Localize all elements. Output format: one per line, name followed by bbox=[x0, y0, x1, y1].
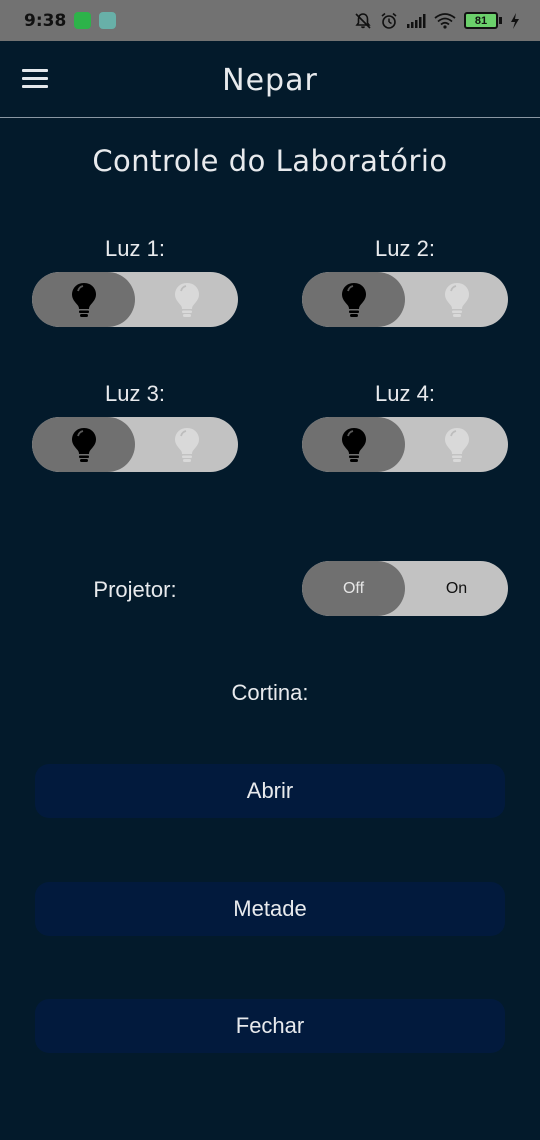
light-1-label: Luz 1: bbox=[105, 236, 165, 261]
curtain-close-button[interactable]: Fechar bbox=[35, 999, 505, 1053]
projector-label: Projetor: bbox=[93, 577, 177, 602]
light-1-on-option[interactable] bbox=[135, 272, 238, 327]
light-3-toggle[interactable] bbox=[32, 417, 238, 472]
notifications-off-icon bbox=[354, 12, 372, 30]
curtain-label: Cortina: bbox=[231, 680, 309, 705]
bulb-on-icon bbox=[444, 427, 469, 462]
status-right: 81 bbox=[354, 12, 520, 30]
status-bar: 9:38 81 bbox=[0, 0, 540, 41]
curtain-open-button[interactable]: Abrir bbox=[35, 764, 505, 818]
projector-on-option[interactable]: On bbox=[405, 561, 508, 616]
signal-icon bbox=[406, 13, 426, 28]
bulb-on-icon bbox=[174, 427, 199, 462]
battery-level: 81 bbox=[464, 12, 498, 29]
page-title: Controle do Laboratório bbox=[92, 144, 448, 178]
alarm-icon bbox=[380, 12, 398, 30]
projector-off-option[interactable]: Off bbox=[302, 561, 405, 616]
light-3-label: Luz 3: bbox=[105, 381, 165, 406]
app-title: Nepar bbox=[222, 63, 318, 98]
status-time: 9:38 bbox=[24, 10, 67, 31]
bulb-off-icon bbox=[71, 282, 96, 317]
light-4-toggle[interactable] bbox=[302, 417, 508, 472]
status-left: 9:38 bbox=[24, 10, 117, 31]
battery-icon: 81 bbox=[464, 12, 502, 29]
projector-on-label: On bbox=[445, 579, 468, 597]
whatsapp-icon bbox=[74, 12, 92, 29]
light-4-label: Luz 4: bbox=[375, 381, 435, 406]
light-4-off-option[interactable] bbox=[302, 417, 405, 472]
bulb-off-icon bbox=[341, 282, 366, 317]
projector-off-label: Off bbox=[342, 579, 365, 597]
light-3-on-option[interactable] bbox=[135, 417, 238, 472]
wifi-icon bbox=[434, 12, 456, 29]
charging-icon bbox=[510, 12, 520, 29]
projector-toggle[interactable]: Off On bbox=[302, 561, 508, 616]
bulb-off-icon bbox=[341, 427, 366, 462]
curtain-half-button[interactable]: Metade bbox=[35, 882, 505, 936]
bulb-on-icon bbox=[174, 282, 199, 317]
bulb-on-icon bbox=[444, 282, 469, 317]
light-2-label: Luz 2: bbox=[375, 236, 435, 261]
light-1-toggle[interactable] bbox=[32, 272, 238, 327]
light-2-off-option[interactable] bbox=[302, 272, 405, 327]
light-4-on-option[interactable] bbox=[405, 417, 508, 472]
light-1-off-option[interactable] bbox=[32, 272, 135, 327]
bulb-off-icon bbox=[71, 427, 96, 462]
light-3-off-option[interactable] bbox=[32, 417, 135, 472]
light-2-toggle[interactable] bbox=[302, 272, 508, 327]
light-2-on-option[interactable] bbox=[405, 272, 508, 327]
battery-nub bbox=[499, 17, 502, 24]
app-notification-icon bbox=[99, 12, 117, 29]
app-bar: Nepar bbox=[0, 41, 540, 118]
